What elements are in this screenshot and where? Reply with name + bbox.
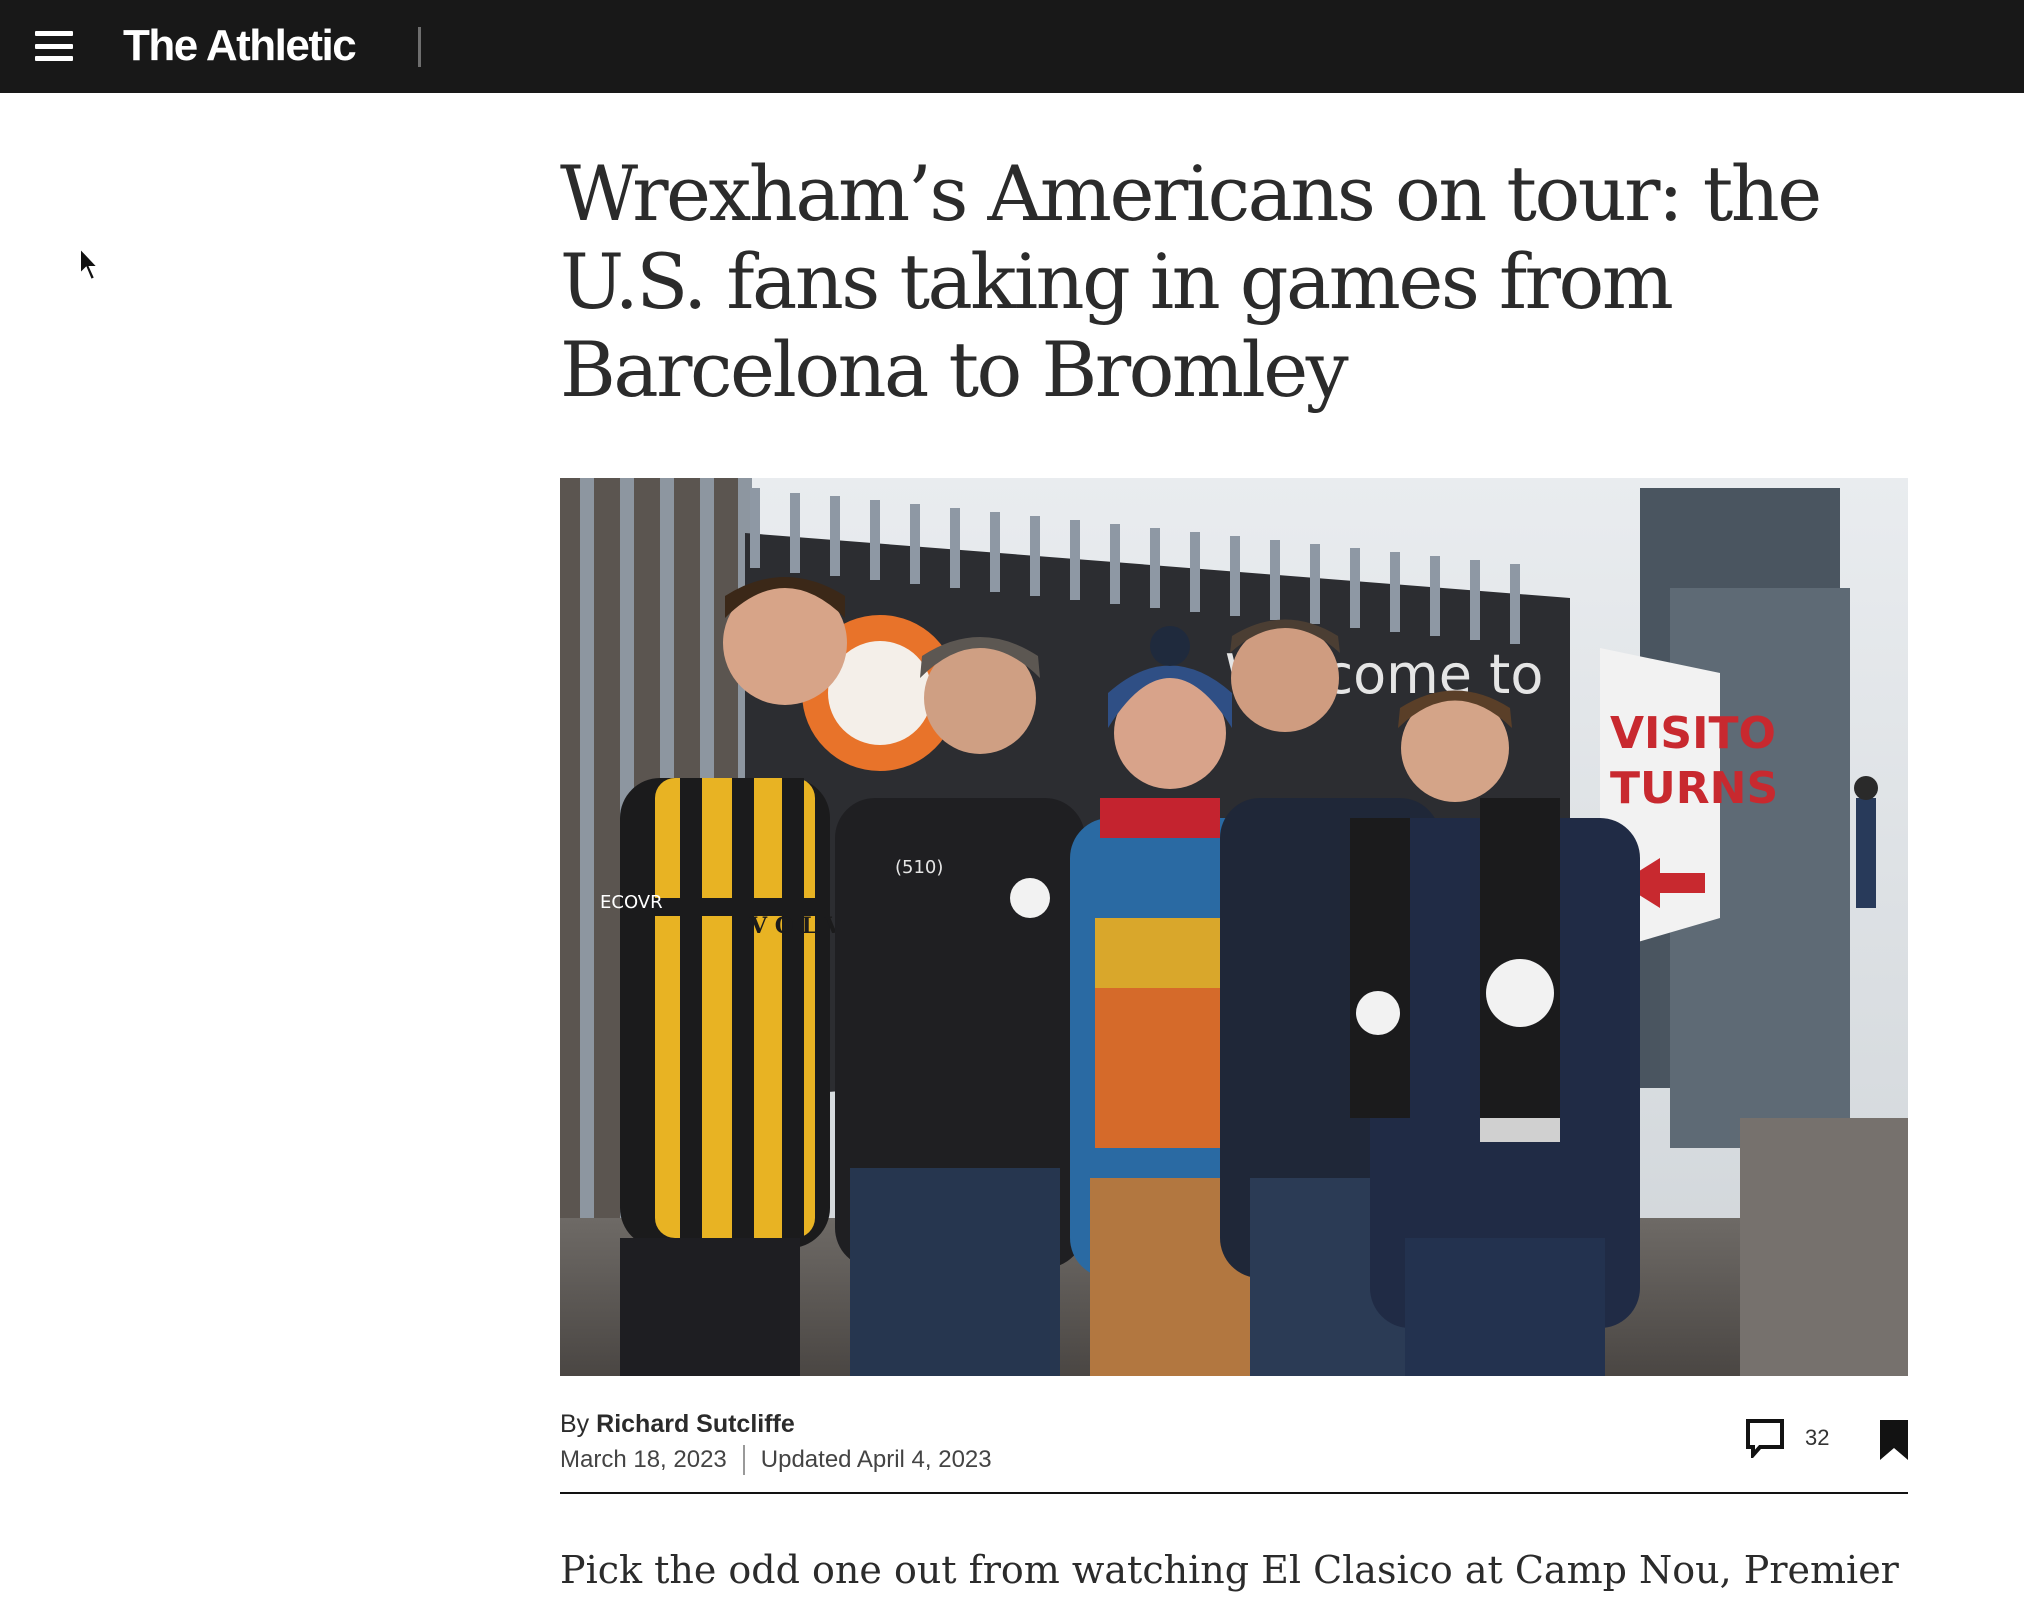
mouse-cursor-icon xyxy=(79,246,101,282)
article-headline: Wrexham’s Americans on tour: the U.S. fa… xyxy=(560,149,1822,414)
date-divider xyxy=(742,1445,745,1475)
updated-date: Updated April 4, 2023 xyxy=(760,1446,992,1473)
sign-visitors-text: VISITO xyxy=(1610,708,1776,759)
top-navigation-bar: The Athletic xyxy=(0,0,2024,93)
published-date: March 18, 2023 xyxy=(560,1446,727,1473)
author-name[interactable]: Richard Sutcliffe xyxy=(596,1410,795,1438)
site-logo[interactable]: The Athletic xyxy=(123,18,357,74)
article-lede: Pick the odd one out from watching El Cl… xyxy=(560,1548,1899,1592)
header-divider xyxy=(418,27,421,67)
hamburger-menu-icon[interactable] xyxy=(35,31,73,61)
article-dates: March 18, 2023 Updated April 4, 2023 xyxy=(560,1445,992,1475)
comment-count: 32 xyxy=(1805,1425,1830,1450)
shirt-brand-text: ECOVR xyxy=(600,892,663,913)
hero-image: Welcome to VISITO TURNS V O L V ECOVR (5… xyxy=(560,478,1908,1376)
comments-button[interactable]: 32 xyxy=(1745,1418,1829,1458)
byline: By Richard Sutcliffe xyxy=(560,1410,795,1439)
bookmark-icon[interactable] xyxy=(1878,1418,1910,1462)
sign-turnstile-text: TURNS xyxy=(1610,763,1778,814)
byline-prefix: By xyxy=(560,1410,590,1438)
shirt-sponsor-text: V O L V xyxy=(749,913,843,939)
jacket-badge-text: (510) xyxy=(895,857,943,878)
comment-icon xyxy=(1746,1419,1784,1458)
byline-divider xyxy=(560,1492,1908,1494)
